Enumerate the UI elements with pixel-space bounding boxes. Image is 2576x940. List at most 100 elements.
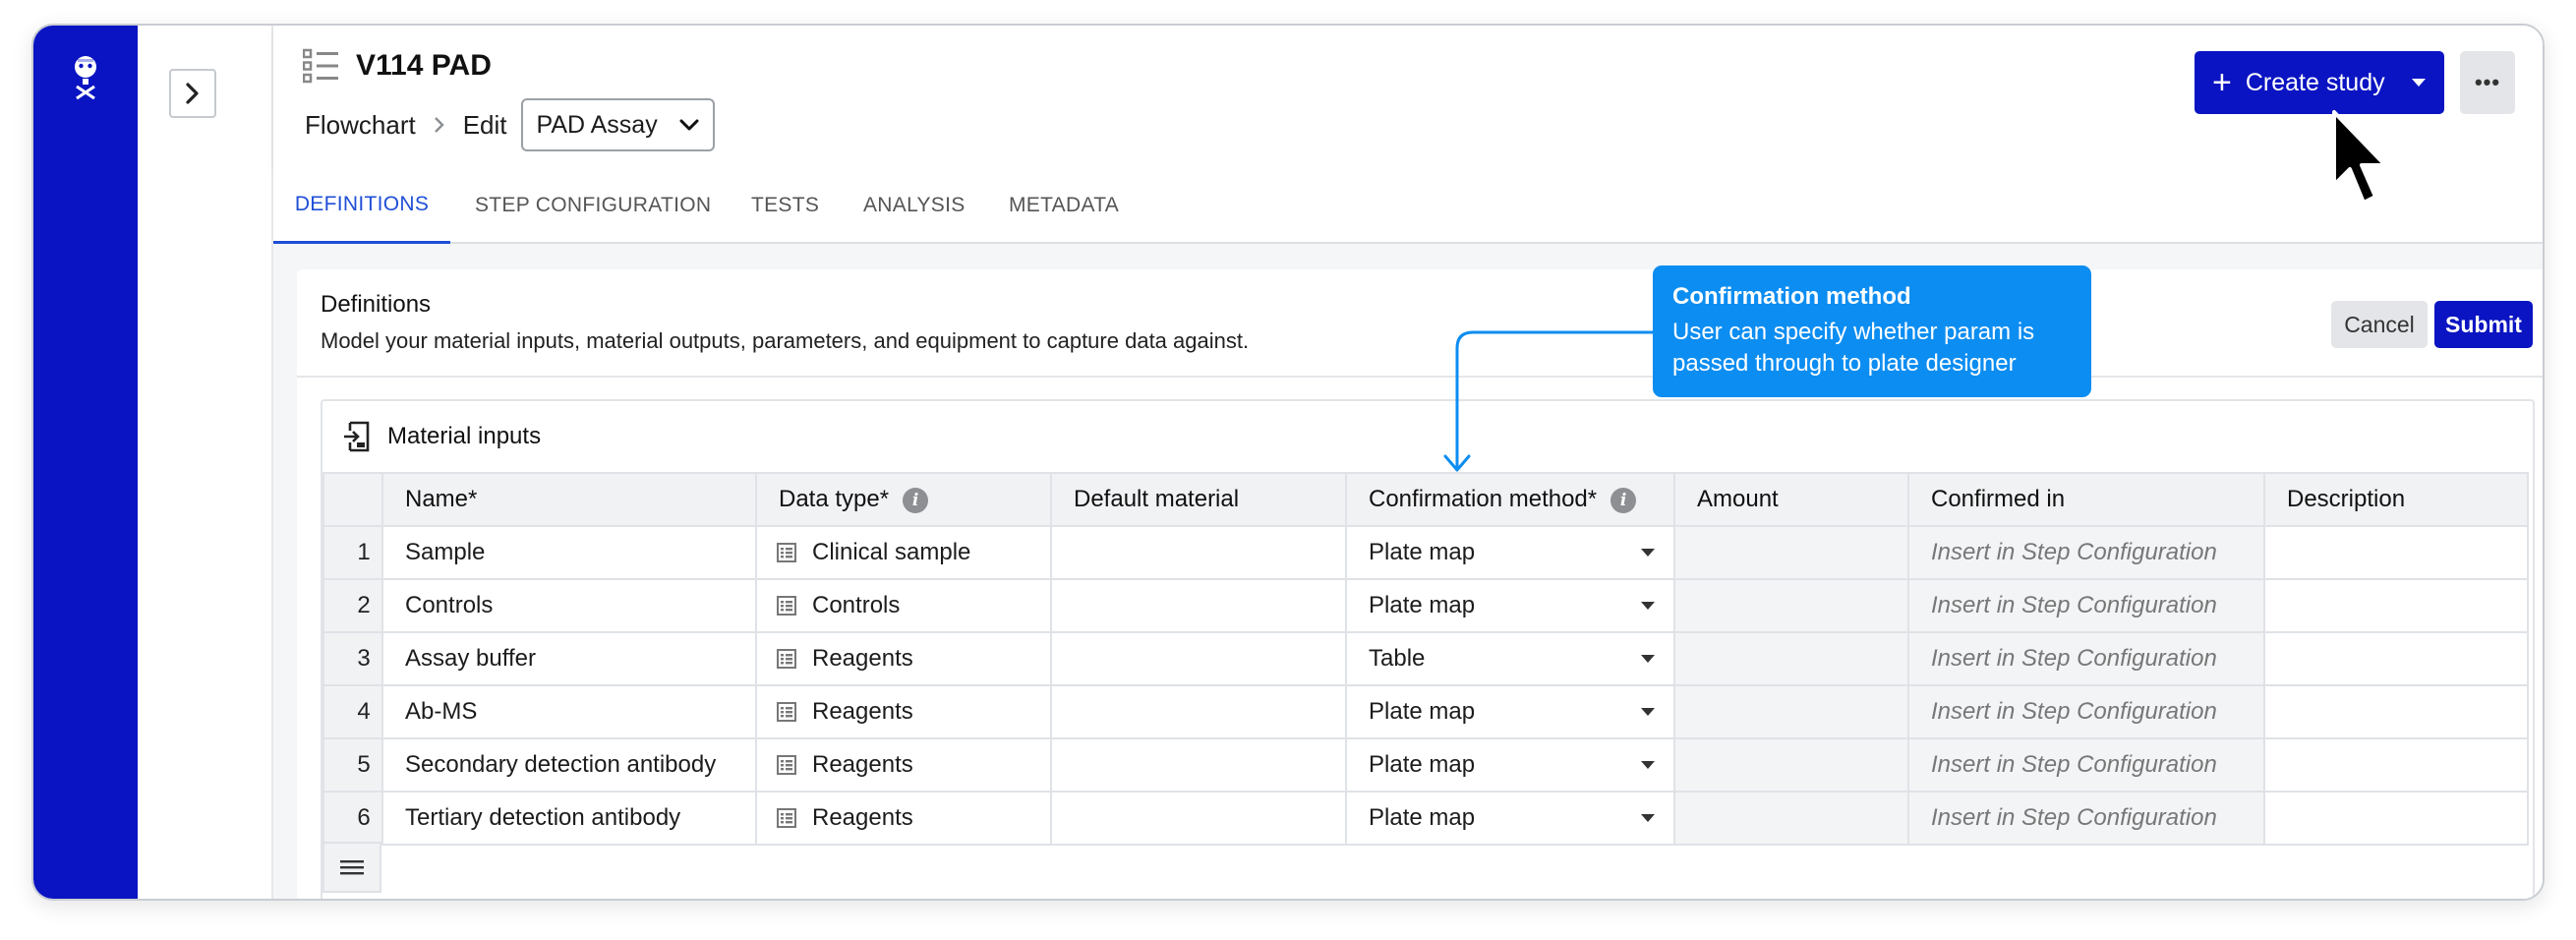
confirmation-method-select[interactable]: Plate map (1345, 737, 1675, 793)
description-cell[interactable] (2263, 631, 2529, 686)
name-cell[interactable]: Ab-MS (381, 684, 757, 739)
name-cell[interactable]: Assay buffer (381, 631, 757, 686)
description-cell[interactable] (2263, 684, 2529, 739)
name-cell[interactable]: Sample (381, 525, 757, 580)
row-number-header (322, 472, 383, 527)
data-type-cell[interactable]: Reagents (755, 684, 1052, 739)
column-header-data-type-label: Data type* (779, 486, 890, 512)
app-window: V114 PAD Flowchart Edit PAD Assay + Crea… (31, 24, 2545, 901)
caret-down-icon (1641, 761, 1655, 769)
document-icon (777, 702, 796, 722)
confirmation-method-select[interactable]: Table (1345, 631, 1675, 686)
data-type-cell[interactable]: Reagents (755, 631, 1052, 686)
caret-down-icon (1641, 549, 1655, 557)
name-cell[interactable]: Secondary detection antibody (381, 737, 757, 793)
row-number: 3 (322, 631, 383, 686)
confirmation-method-select[interactable]: Plate map (1345, 684, 1675, 739)
material-inputs-title: Material inputs (387, 423, 542, 449)
info-icon[interactable]: i (903, 487, 929, 513)
confirmation-method-value: Plate map (1369, 698, 1476, 725)
chevron-right-icon (434, 117, 444, 133)
row-number: 4 (322, 684, 383, 739)
table-row: 2 Controls Controls Plate map Insert in Step… (322, 578, 2529, 633)
tab-definitions[interactable]: DEFINITIONS (273, 167, 450, 244)
name-cell[interactable]: Controls (381, 578, 757, 633)
default-material-cell[interactable] (1050, 578, 1347, 633)
create-study-button[interactable]: + Create study (2195, 51, 2444, 114)
tab-tests[interactable]: TESTS (751, 167, 819, 244)
tab-analysis[interactable]: ANALYSIS (863, 167, 966, 244)
column-header-description[interactable]: Description (2263, 472, 2529, 527)
description-cell[interactable] (2263, 737, 2529, 793)
breadcrumb: Flowchart Edit PAD Assay (305, 98, 715, 151)
document-icon (777, 755, 796, 775)
amount-cell (1673, 631, 1909, 686)
material-inputs-panel: Material inputs Name* Data type* i Defaul… (321, 399, 2535, 899)
default-material-cell[interactable] (1050, 684, 1347, 739)
create-study-label: Create study (2245, 68, 2385, 96)
document-icon (777, 808, 796, 828)
sidebar-collapsed (138, 26, 273, 899)
description-cell[interactable] (2263, 578, 2529, 633)
material-inputs-table: Name* Data type* i Default material Confi… (322, 472, 2529, 846)
row-number: 6 (322, 791, 383, 846)
confirmed-in-cell: Insert in Step Configuration (1907, 737, 2265, 793)
data-type-value: Reagents (812, 804, 913, 831)
logo-icon[interactable] (66, 53, 105, 102)
data-type-value: Controls (812, 592, 901, 618)
data-type-cell[interactable]: Controls (755, 578, 1052, 633)
breadcrumb-flowchart[interactable]: Flowchart (305, 110, 416, 141)
table-row: 6 Tertiary detection antibody Reagents Plat… (322, 791, 2529, 846)
table-row: 1 Sample Clinical sample Plate map Insert in… (322, 525, 2529, 580)
column-header-confirmed-in[interactable]: Confirmed in (1907, 472, 2265, 527)
data-type-cell[interactable]: Reagents (755, 737, 1052, 793)
row-number: 1 (322, 525, 383, 580)
column-header-default-material[interactable]: Default material (1050, 472, 1347, 527)
confirmed-in-cell: Insert in Step Configuration (1907, 684, 2265, 739)
definitions-card: Definitions Model your material inputs, … (297, 269, 2543, 899)
tab-step-configuration[interactable]: STEP CONFIGURATION (475, 167, 711, 244)
confirmation-method-select[interactable]: Plate map (1345, 791, 1675, 846)
cancel-button[interactable]: Cancel (2331, 301, 2428, 348)
confirmation-method-value: Plate map (1369, 804, 1476, 831)
confirmation-method-select[interactable]: Plate map (1345, 525, 1675, 580)
caret-down-icon (2412, 79, 2426, 87)
plus-icon: + (2212, 64, 2232, 101)
document-icon (777, 543, 796, 562)
confirmation-method-select[interactable]: Plate map (1345, 578, 1675, 633)
column-header-data-type[interactable]: Data type* i (755, 472, 1052, 527)
tab-metadata[interactable]: METADATA (1009, 167, 1119, 244)
more-options-button[interactable]: ••• (2460, 51, 2515, 114)
material-input-icon (344, 421, 370, 452)
description-cell[interactable] (2263, 525, 2529, 580)
data-type-value: Reagents (812, 751, 913, 778)
definitions-description: Model your material inputs, material out… (321, 328, 1250, 353)
name-cell[interactable]: Tertiary detection antibody (381, 791, 757, 846)
column-header-amount[interactable]: Amount (1673, 472, 1909, 527)
description-cell[interactable] (2263, 791, 2529, 846)
default-material-cell[interactable] (1050, 631, 1347, 686)
column-header-name[interactable]: Name* (381, 472, 757, 527)
main-area: V114 PAD Flowchart Edit PAD Assay + Crea… (273, 26, 2543, 899)
chevron-down-icon (679, 119, 699, 131)
breadcrumb-edit: Edit (462, 109, 507, 140)
submit-button[interactable]: Submit (2434, 301, 2533, 348)
data-type-value: Clinical sample (812, 539, 971, 565)
expand-sidebar-button[interactable] (169, 69, 216, 118)
confirmed-in-cell: Insert in Step Configuration (1907, 631, 2265, 686)
table-row: 4 Ab-MS Reagents Plate map Insert in Step Co… (322, 684, 2529, 739)
column-header-confirmation-method[interactable]: Confirmation method* i (1345, 472, 1675, 527)
column-header-confirmation-method-label: Confirmation method* (1369, 486, 1598, 512)
default-material-cell[interactable] (1050, 737, 1347, 793)
info-icon[interactable]: i (1610, 487, 1637, 513)
add-row-menu-button[interactable] (322, 842, 381, 893)
default-material-cell[interactable] (1050, 525, 1347, 580)
mouse-cursor-icon (2332, 110, 2387, 205)
hamburger-icon (340, 860, 364, 875)
assay-select[interactable]: PAD Assay (520, 98, 715, 151)
row-number: 2 (322, 578, 383, 633)
default-material-cell[interactable] (1050, 791, 1347, 846)
divider (297, 376, 2543, 378)
data-type-cell[interactable]: Reagents (755, 791, 1052, 846)
data-type-cell[interactable]: Clinical sample (755, 525, 1052, 580)
